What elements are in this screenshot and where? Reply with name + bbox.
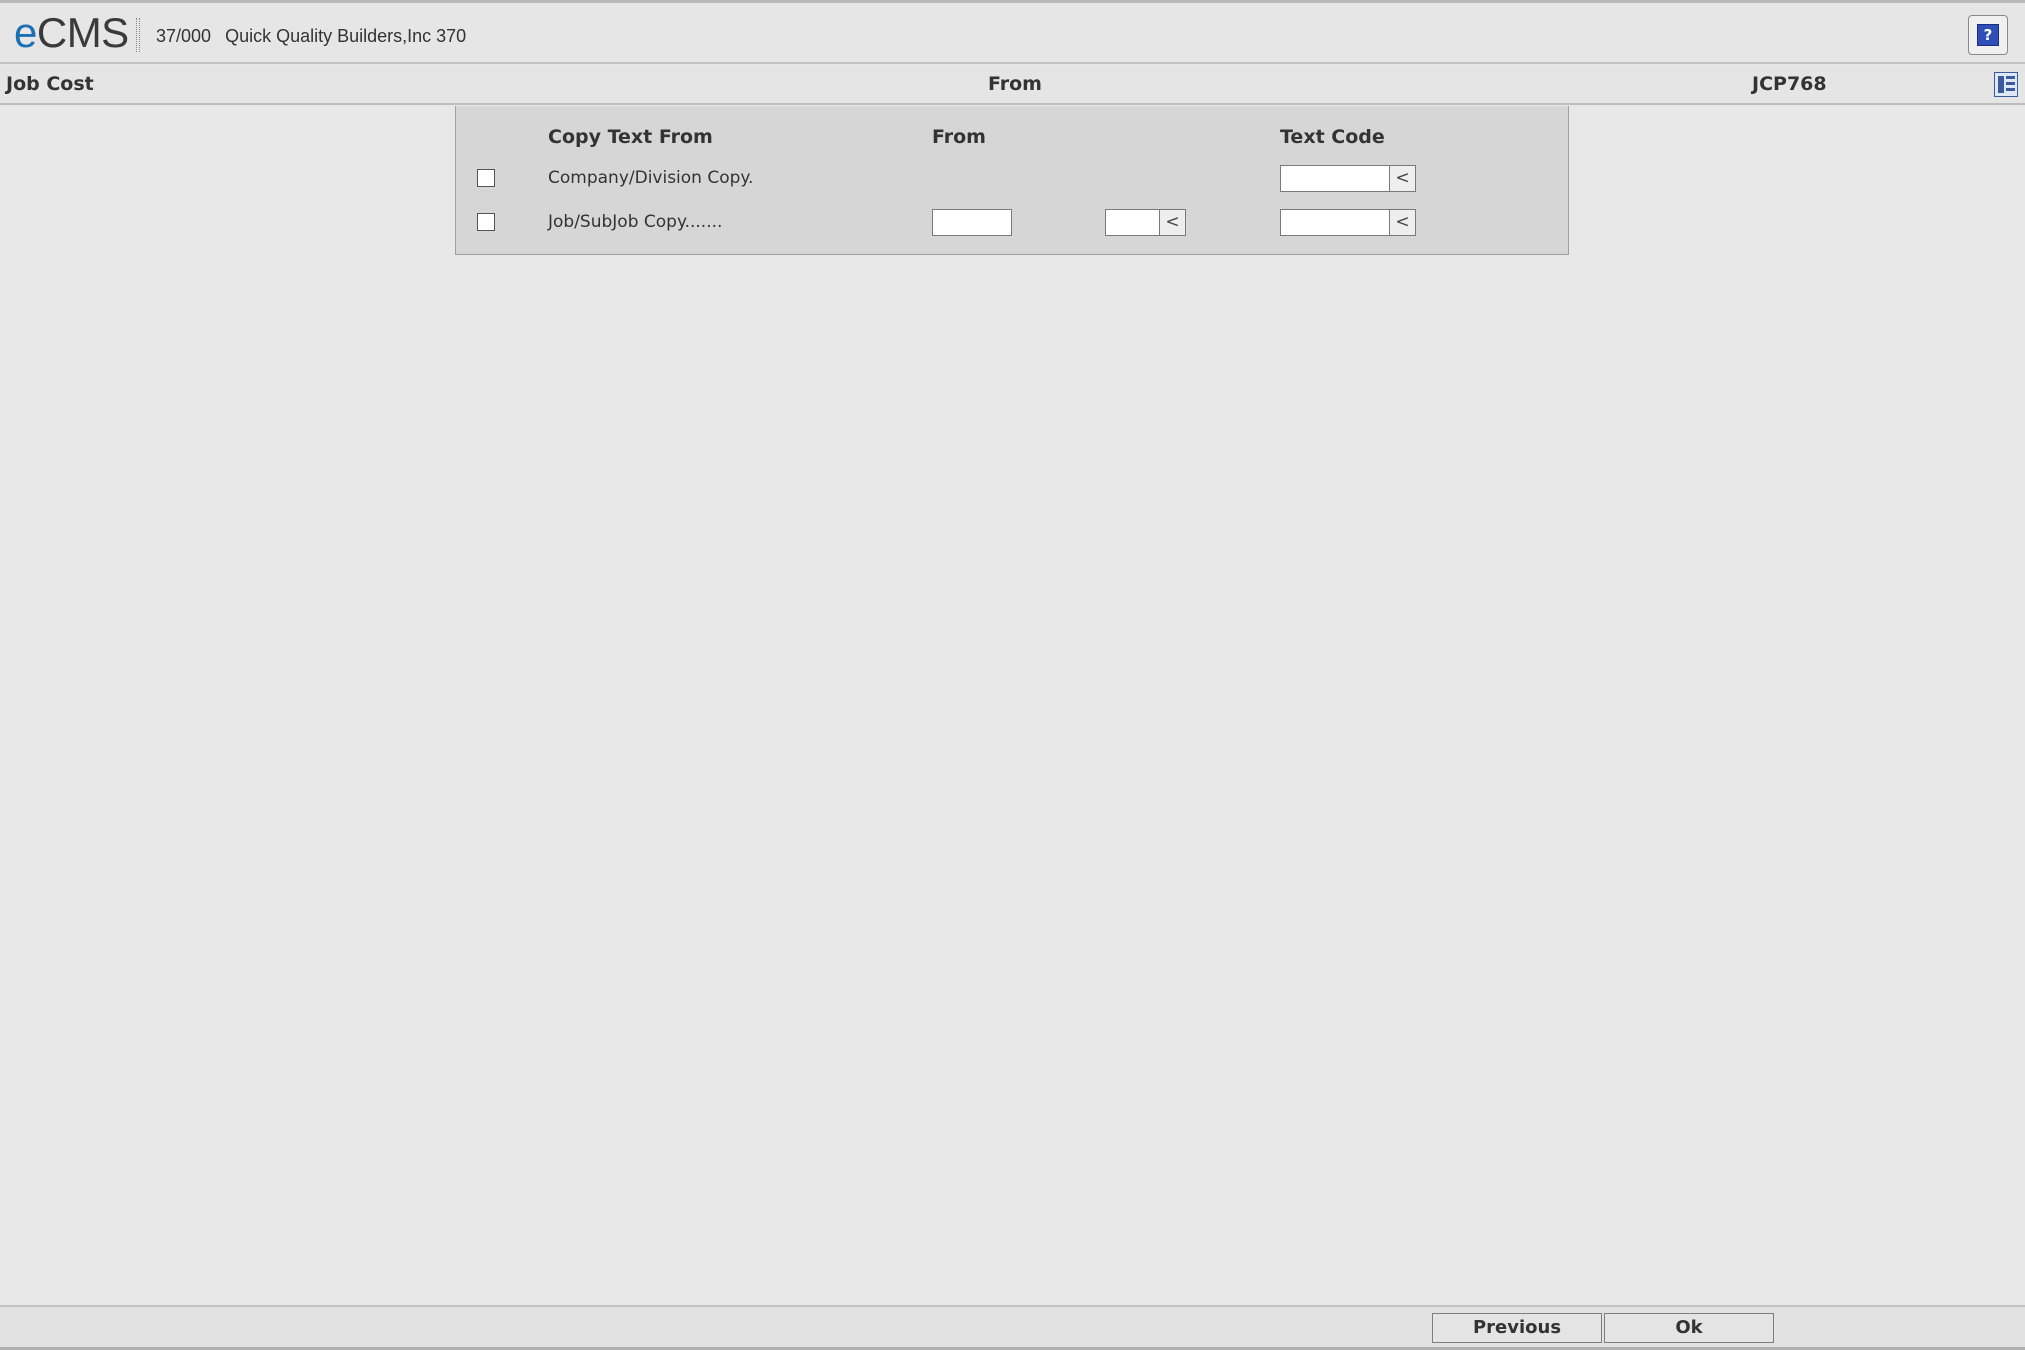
help-icon: ?	[1977, 24, 1999, 46]
screen-title-bar: Job Cost From JCP768	[0, 65, 2025, 105]
action-bar: Previous Ok	[0, 1305, 2025, 1350]
company-text-code-input[interactable]	[1280, 165, 1390, 192]
previous-button[interactable]: Previous	[1432, 1313, 1602, 1343]
job-text-code-lookup-button[interactable]: <	[1389, 209, 1416, 236]
job-subjob-copy-checkbox[interactable]	[477, 213, 495, 231]
copy-text-panel: Copy Text From From Text Code Company/Di…	[455, 106, 1569, 255]
app-header: eCMS 37/000 Quick Quality Builders,Inc 37…	[0, 0, 2025, 64]
screen-title: From	[988, 73, 1042, 95]
logo-e: e	[14, 9, 37, 56]
ok-button[interactable]: Ok	[1604, 1313, 1774, 1343]
company-division-copy-label: Company/Division Copy.	[548, 168, 754, 188]
job-subjob-copy-label: Job/SubJob Copy.......	[548, 212, 723, 232]
from-subjob-input[interactable]	[1105, 209, 1160, 236]
from-subjob-lookup-button[interactable]: <	[1159, 209, 1186, 236]
program-id: JCP768	[1752, 73, 1827, 95]
company-division-copy-checkbox[interactable]	[477, 169, 495, 187]
layout-icon[interactable]	[1994, 72, 2018, 97]
logo-rest: CMS	[36, 9, 129, 56]
ecms-logo: eCMS	[14, 9, 129, 57]
logo-separator	[136, 18, 140, 52]
from-job-input[interactable]	[932, 209, 1012, 236]
module-title: Job Cost	[6, 73, 94, 95]
job-text-code-input[interactable]	[1280, 209, 1390, 236]
help-button[interactable]: ?	[1968, 15, 2008, 55]
company-name: Quick Quality Builders,Inc 370	[225, 26, 467, 46]
header-text-code: Text Code	[1280, 126, 1385, 148]
header-from: From	[932, 126, 986, 148]
company-code: 37/000	[156, 26, 212, 46]
company-text-code-lookup-button[interactable]: <	[1389, 165, 1416, 192]
company-info: 37/000 Quick Quality Builders,Inc 370	[156, 26, 480, 47]
header-copy-text-from: Copy Text From	[548, 126, 713, 148]
